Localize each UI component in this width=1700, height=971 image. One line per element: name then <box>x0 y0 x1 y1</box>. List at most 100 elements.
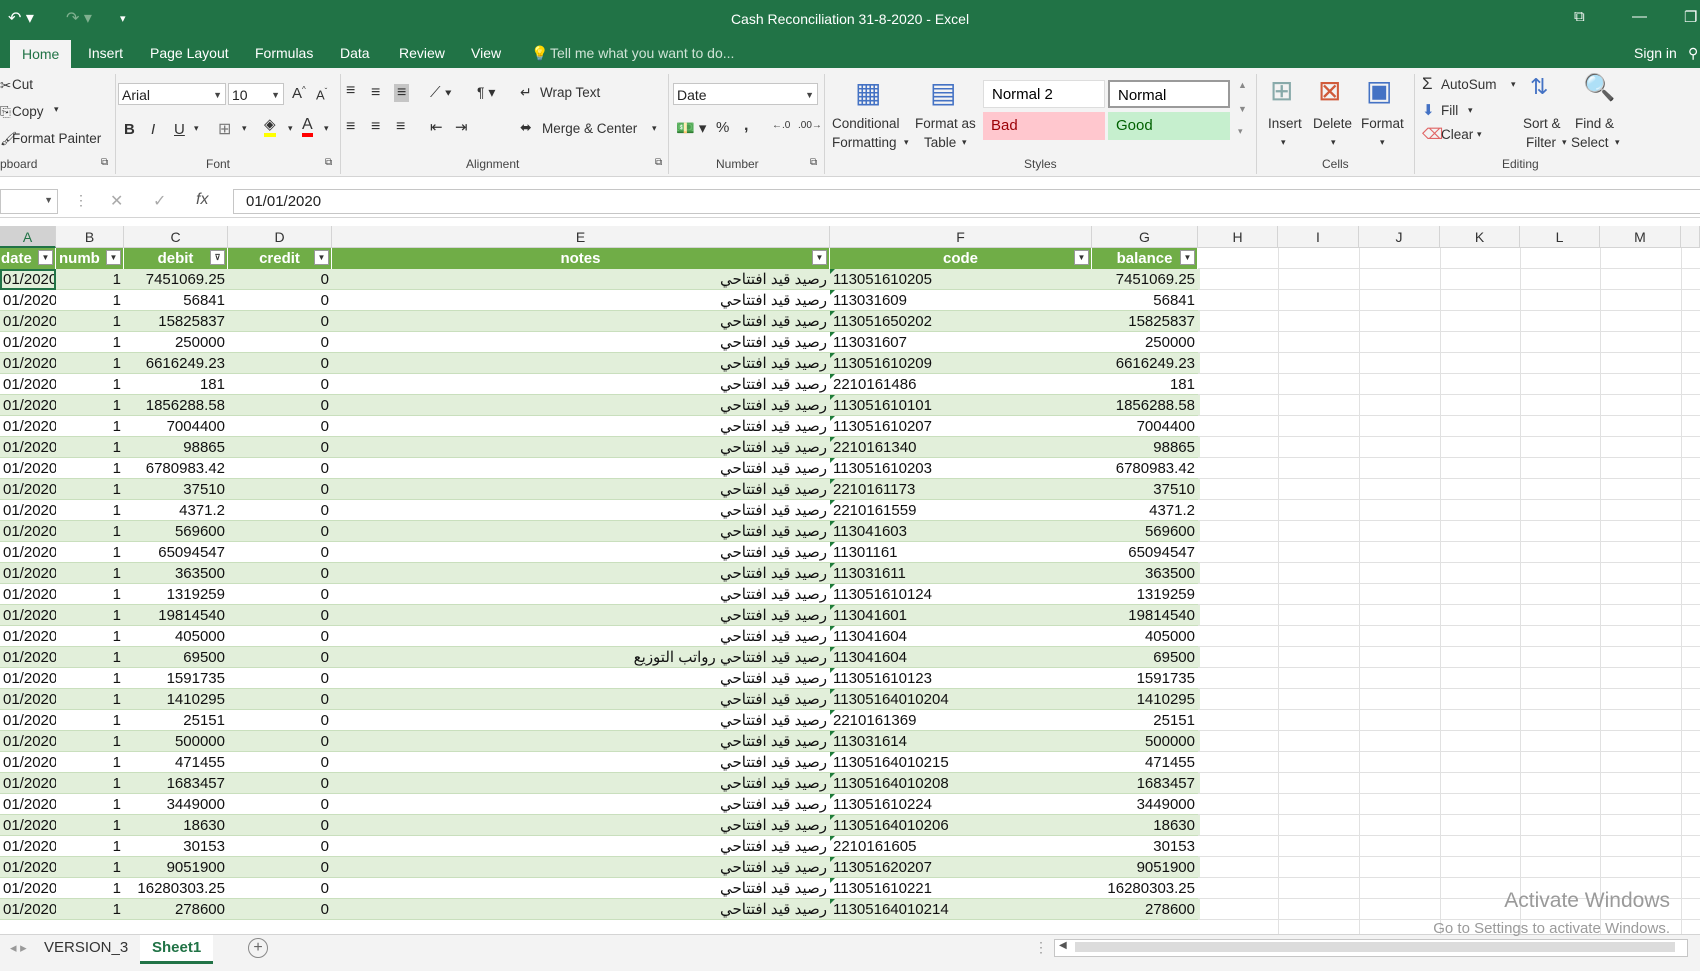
worksheet-grid[interactable]: date ▼ numb ▼ debit ⊽ credit ▼ notes ▼ code ▼ … <box>0 248 1700 934</box>
cell-date[interactable]: 01/2020 <box>0 563 56 584</box>
header-code[interactable]: code ▼ <box>830 248 1092 269</box>
cell-debit[interactable]: 37510 <box>124 479 228 500</box>
column-header-m[interactable]: M <box>1600 226 1681 248</box>
cell-notes[interactable]: رصيد قيد افتتاحي رواتب التوزيع <box>332 647 830 668</box>
cell-notes[interactable]: رصيد قيد افتتاحي <box>332 605 830 626</box>
cell-credit[interactable]: 0 <box>228 500 332 521</box>
tab-formulas[interactable]: Formulas <box>255 45 313 61</box>
column-header-l[interactable]: L <box>1520 226 1600 248</box>
decrease-indent-icon[interactable]: ⇤ <box>430 118 443 136</box>
sheet-nav-icon[interactable]: ◂ ▸ <box>10 940 27 956</box>
column-header-e[interactable]: E <box>332 226 830 248</box>
cell-number[interactable]: 1 <box>56 626 124 647</box>
cell-debit[interactable]: 9051900 <box>124 857 228 878</box>
cell-code[interactable]: 113031611 <box>830 563 1092 584</box>
cell-date[interactable]: 01/2020 <box>0 311 56 332</box>
cell-balance[interactable]: 69500 <box>1092 647 1198 668</box>
cell-code[interactable]: 113051610221 <box>830 878 1092 899</box>
cell-date[interactable]: 01/2020 <box>0 731 56 752</box>
merge-center-button[interactable]: Merge & Center <box>542 121 637 136</box>
cell-notes[interactable]: رصيد قيد افتتاحي <box>332 710 830 731</box>
cell-number[interactable]: 1 <box>56 437 124 458</box>
cell-balance[interactable]: 6616249.23 <box>1092 353 1198 374</box>
column-header-d[interactable]: D <box>228 226 332 248</box>
cell-notes[interactable]: رصيد قيد افتتاحي <box>332 311 830 332</box>
cell-credit[interactable]: 0 <box>228 626 332 647</box>
align-top-icon[interactable]: ≡ <box>346 82 355 100</box>
cancel-icon[interactable]: ✕ <box>110 191 123 211</box>
filter-dropdown-icon[interactable]: ▼ <box>38 250 53 265</box>
cell-balance[interactable]: 250000 <box>1092 332 1198 353</box>
cell-code[interactable]: 113051610209 <box>830 353 1092 374</box>
cell-notes[interactable]: رصيد قيد افتتاحي <box>332 689 830 710</box>
column-header-k[interactable]: K <box>1440 226 1520 248</box>
cell-number[interactable]: 1 <box>56 689 124 710</box>
tab-view[interactable]: View <box>471 45 501 61</box>
insert-function-icon[interactable]: fx <box>196 191 208 209</box>
cell-credit[interactable]: 0 <box>228 353 332 374</box>
filter-dropdown-icon[interactable]: ▼ <box>812 250 827 265</box>
cell-notes[interactable]: رصيد قيد افتتاحي <box>332 416 830 437</box>
cell-code[interactable]: 113051610224 <box>830 794 1092 815</box>
cell-credit[interactable]: 0 <box>228 689 332 710</box>
tell-me-box[interactable]: Tell me what you want to do... <box>550 45 734 61</box>
cell-number[interactable]: 1 <box>56 878 124 899</box>
cell-date[interactable]: 01/2020 <box>0 626 56 647</box>
fill-button[interactable]: Fill <box>1441 103 1458 118</box>
sheet-tab-sheet1[interactable]: Sheet1 <box>140 935 214 964</box>
add-sheet-icon[interactable]: + <box>248 938 268 958</box>
cell-date[interactable]: 01/2020 <box>0 290 56 311</box>
cell-credit[interactable]: 0 <box>228 836 332 857</box>
copy-dropdown-icon[interactable]: ▾ <box>54 104 59 115</box>
column-header-j[interactable]: J <box>1359 226 1440 248</box>
number-launcher-icon[interactable]: ⧉ <box>810 157 817 168</box>
cell-balance[interactable]: 363500 <box>1092 563 1198 584</box>
format-cells-button[interactable]: Format <box>1361 116 1404 131</box>
cell-number[interactable]: 1 <box>56 563 124 584</box>
cell-debit[interactable]: 471455 <box>124 752 228 773</box>
cell-balance[interactable]: 9051900 <box>1092 857 1198 878</box>
conditional-formatting-label-2[interactable]: Formatting <box>832 135 897 150</box>
style-bad[interactable]: Bad <box>983 112 1105 140</box>
cell-code[interactable]: 2210161605 <box>830 836 1092 857</box>
align-middle-icon[interactable]: ≡ <box>371 84 380 102</box>
cell-balance[interactable]: 15825837 <box>1092 311 1198 332</box>
cell-debit[interactable]: 569600 <box>124 521 228 542</box>
cell-balance[interactable]: 65094547 <box>1092 542 1198 563</box>
cell-code[interactable]: 113041601 <box>830 605 1092 626</box>
cell-notes[interactable]: رصيد قيد افتتاحي <box>332 584 830 605</box>
cell-notes[interactable]: رصيد قيد افتتاحي <box>332 836 830 857</box>
cell-debit[interactable]: 65094547 <box>124 542 228 563</box>
cell-credit[interactable]: 0 <box>228 290 332 311</box>
style-good[interactable]: Good <box>1108 112 1230 140</box>
cell-credit[interactable]: 0 <box>228 605 332 626</box>
cell-balance[interactable]: 98865 <box>1092 437 1198 458</box>
cell-date[interactable]: 01/2020 <box>0 752 56 773</box>
cell-balance[interactable]: 1319259 <box>1092 584 1198 605</box>
decrease-font-icon[interactable]: Aˇ <box>316 87 327 102</box>
cell-date[interactable]: 01/2020 <box>0 353 56 374</box>
cell-debit[interactable]: 15825837 <box>124 311 228 332</box>
cell-number[interactable]: 1 <box>56 794 124 815</box>
cell-notes[interactable]: رصيد قيد افتتاحي <box>332 500 830 521</box>
header-credit[interactable]: credit ▼ <box>228 248 332 269</box>
sign-in-link[interactable]: Sign in <box>1634 45 1677 61</box>
column-header-f[interactable]: F <box>830 226 1092 248</box>
cell-credit[interactable]: 0 <box>228 878 332 899</box>
cell-date[interactable]: 01/2020 <box>0 878 56 899</box>
conditional-formatting-label[interactable]: Conditional <box>832 116 900 131</box>
cell-code[interactable]: 2210161559 <box>830 500 1092 521</box>
cell-number[interactable]: 1 <box>56 479 124 500</box>
column-header-a[interactable]: A <box>0 226 56 248</box>
name-box[interactable]: ▼ <box>0 189 58 214</box>
cell-credit[interactable]: 0 <box>228 521 332 542</box>
cell-debit[interactable]: 250000 <box>124 332 228 353</box>
cell-debit[interactable]: 1591735 <box>124 668 228 689</box>
cell-balance[interactable]: 18630 <box>1092 815 1198 836</box>
cell-code[interactable]: 113031609 <box>830 290 1092 311</box>
cell-notes[interactable]: رصيد قيد افتتاحي <box>332 395 830 416</box>
filter-dropdown-icon[interactable]: ▼ <box>106 250 121 265</box>
increase-indent-icon[interactable]: ⇥ <box>455 118 468 136</box>
cell-date[interactable]: 01/2020 <box>0 395 56 416</box>
cell-notes[interactable]: رصيد قيد افتتاحي <box>332 479 830 500</box>
